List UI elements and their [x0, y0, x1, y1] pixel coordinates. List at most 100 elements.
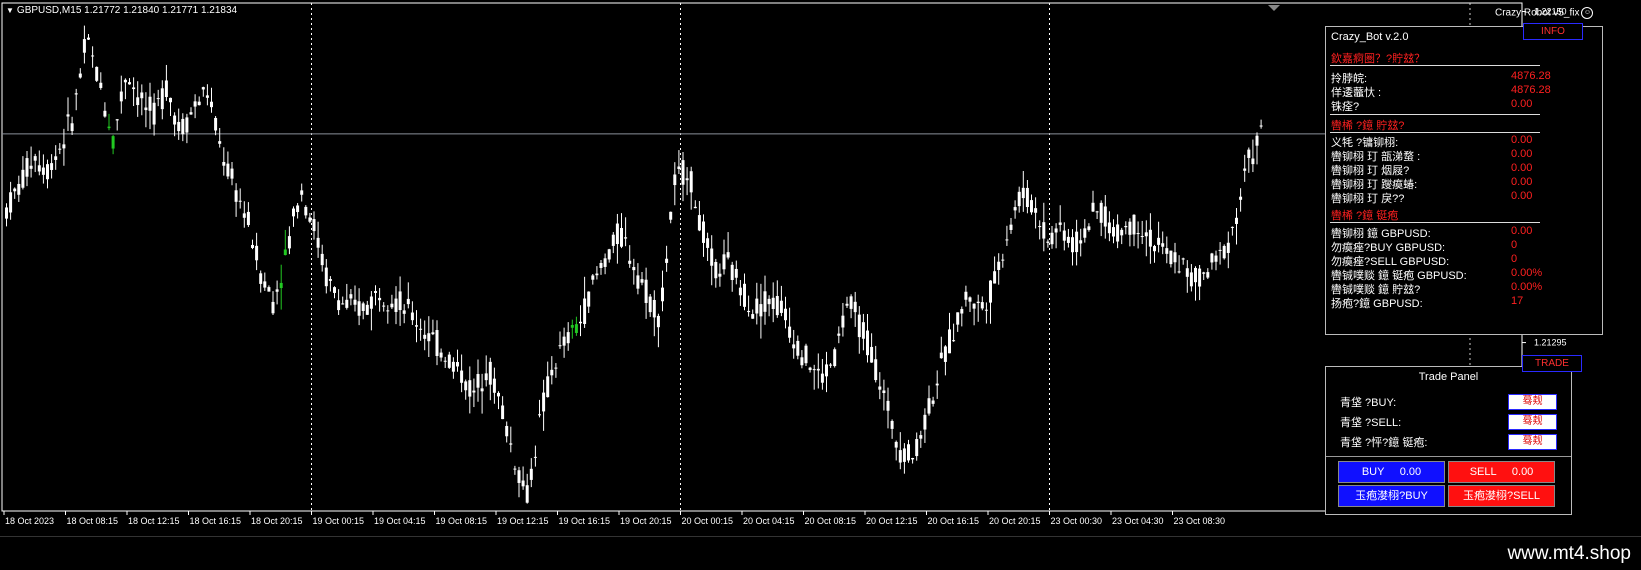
candle-body: [853, 301, 857, 313]
candle-body: [1189, 272, 1193, 287]
candle-body: [427, 333, 431, 342]
candle-body: [406, 298, 410, 305]
symbol-header[interactable]: ▼ GBPUSD,M15 1.21772 1.21840 1.21771 1.21…: [6, 5, 237, 16]
candle-body: [751, 314, 755, 319]
candle-body: [673, 174, 677, 186]
candle-body: [95, 66, 99, 81]
candle-body: [697, 215, 701, 231]
close-sell-confirm-button[interactable]: 蓦觌: [1508, 414, 1557, 430]
candle-body: [1128, 221, 1132, 235]
chart-window[interactable]: 18 Oct 2023 18 Oct 08:15 18 Oct 12:15 18 Oc…: [0, 0, 1641, 536]
time-tick-label: 19 Oct 04:15: [374, 516, 426, 526]
info-row-value: 0.00: [1511, 162, 1533, 174]
candle-body: [1218, 249, 1222, 251]
candle-body: [792, 344, 796, 349]
candle-body: [919, 435, 923, 439]
candle-body: [492, 378, 496, 393]
candle-body: [595, 273, 599, 276]
candle-body: [78, 73, 82, 78]
candle-body: [661, 287, 664, 302]
candle-body: [1075, 231, 1079, 253]
buy-button[interactable]: BUY 0.00: [1338, 461, 1445, 483]
candle-body: [443, 360, 447, 362]
candle-body: [726, 252, 730, 258]
info-row-label: 轡铆栩 玎 戾??: [1331, 193, 1405, 205]
candle-body: [46, 164, 49, 180]
candle-body: [242, 213, 246, 218]
close-sell-label: 青垡 ?SELL:: [1340, 417, 1402, 429]
collapse-triangle-icon[interactable]: ▼: [6, 6, 14, 15]
candle-body: [193, 101, 197, 107]
candle-body: [1169, 250, 1173, 265]
close-all-sell-button[interactable]: 玉疱漤栩?SELL: [1448, 485, 1555, 507]
candle-body: [259, 273, 263, 284]
candle-body: [119, 91, 123, 102]
candle-body: [308, 217, 312, 222]
info-row-value: 4876.28: [1511, 70, 1551, 82]
candle-body: [984, 309, 988, 311]
candle-body: [431, 332, 435, 335]
candle-body: [1173, 252, 1177, 263]
candle-body: [21, 169, 25, 188]
candle-body: [591, 275, 595, 280]
trade-tag-button[interactable]: TRADE: [1522, 355, 1582, 372]
close-all-buy-button[interactable]: 玉疱漤栩?BUY: [1338, 485, 1445, 507]
candle-body: [123, 79, 127, 83]
info-panel-title: Crazy_Bot v.2.0: [1331, 31, 1409, 43]
close-all-label: 青垡 ?怦?鐿 铤疱:: [1340, 437, 1428, 449]
info-divider-3: [1330, 132, 1540, 133]
sell-button[interactable]: SELL 0.00: [1448, 461, 1555, 483]
candle-body: [800, 357, 804, 366]
time-tick-label: 19 Oct 20:15: [620, 516, 672, 526]
candle-body: [1095, 211, 1099, 213]
candle-body: [201, 87, 205, 90]
chart-shift-marker-icon[interactable]: [1268, 5, 1280, 11]
candle-body: [9, 192, 13, 213]
candle-body: [1120, 229, 1124, 236]
candle-body: [62, 144, 66, 149]
candle-body: [1099, 202, 1103, 223]
candle-body: [513, 468, 517, 470]
candle-body: [808, 367, 812, 371]
time-tick-label: 23 Oct 00:30: [1051, 516, 1103, 526]
candle-body: [886, 400, 890, 411]
candle-body: [197, 101, 201, 106]
candle-body: [1202, 272, 1206, 274]
time-tick-label: 18 Oct 2023: [5, 516, 54, 526]
candle-body: [390, 303, 394, 308]
candle-body: [685, 178, 689, 181]
close-buy-confirm-button[interactable]: 蓦觌: [1508, 394, 1557, 410]
candle-body: [907, 444, 910, 461]
candle-body: [935, 383, 939, 386]
candle-body: [923, 414, 927, 430]
candle-body: [33, 156, 37, 161]
candle-body: [989, 280, 992, 303]
info-tag-button[interactable]: INFO: [1523, 23, 1583, 40]
candle-body: [419, 328, 423, 330]
candle-body: [246, 211, 250, 226]
info-row-value: 4876.28: [1511, 84, 1551, 96]
candle-body: [365, 304, 369, 315]
candle-body: [874, 359, 878, 381]
candle-body: [132, 87, 136, 90]
candle-body: [218, 141, 222, 144]
close-all-confirm-button[interactable]: 蓦觌: [1508, 434, 1557, 450]
candle-body: [1210, 253, 1214, 263]
candle-body: [5, 207, 8, 219]
candle-body: [205, 95, 209, 98]
candle-body: [837, 333, 841, 336]
candle-body: [99, 82, 103, 88]
candle-body: [825, 364, 828, 377]
info-row-value: 0.00: [1511, 176, 1533, 188]
smiley-icon: ☺: [1581, 7, 1594, 19]
candle-body: [1206, 272, 1210, 278]
candle-body: [17, 183, 21, 195]
info-row-value: 0.00%: [1511, 281, 1543, 293]
info-divider-2: [1330, 114, 1540, 115]
candle-body: [271, 301, 275, 314]
candle-body: [857, 314, 861, 338]
candle-body: [378, 297, 382, 301]
candle-body: [1071, 237, 1074, 253]
time-tick-label: 19 Oct 16:15: [559, 516, 611, 526]
footer-bar: www.mt4.shop: [0, 536, 1641, 570]
